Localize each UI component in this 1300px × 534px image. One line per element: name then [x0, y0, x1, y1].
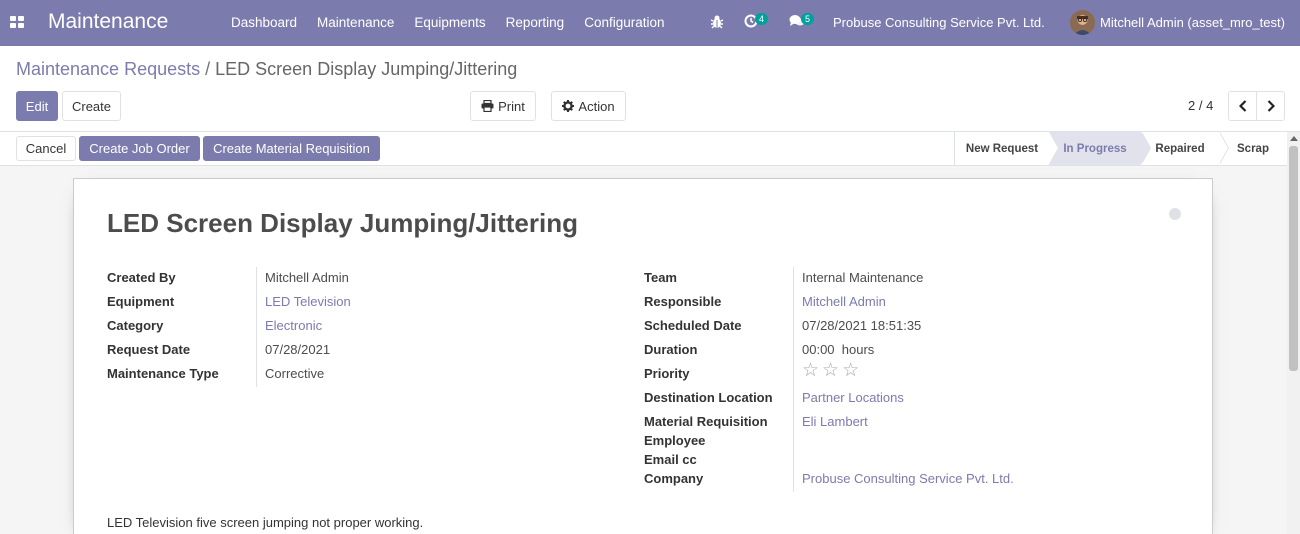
stage-scrap[interactable]: Scrap: [1219, 132, 1287, 165]
form-statusbar: Cancel Create Job Order Create Material …: [0, 132, 1300, 166]
scroll-up-icon[interactable]: [1290, 136, 1298, 141]
equipment-link[interactable]: LED Television: [265, 294, 351, 313]
cancel-button[interactable]: Cancel: [16, 136, 76, 161]
company-label: Company: [644, 471, 704, 486]
pager-next-button[interactable]: [1256, 91, 1285, 121]
duration-unit: hours: [841, 342, 875, 357]
request-date-value: 07/28/2021: [265, 342, 331, 357]
maintenance-type-value: Corrective: [265, 366, 325, 381]
priority-widget: ☆ ☆ ☆: [802, 361, 862, 382]
main-menu: Dashboard Maintenance Equipments Reporti…: [231, 15, 685, 30]
stage-pipeline: New Request In Progress Repaired Scrap: [954, 132, 1287, 165]
scheduled-date-value: 07/28/2021 18:51:35: [802, 318, 922, 333]
right-group-divider: [793, 267, 794, 492]
request-date-label: Request Date: [107, 342, 191, 357]
record-title: LED Screen Display Jumping/Jittering: [107, 208, 578, 238]
vertical-scrollbar[interactable]: [1287, 132, 1300, 534]
breadcrumb-current: LED Screen Display Jumping/Jittering: [215, 59, 518, 79]
pager-value[interactable]: 2 / 4: [1188, 98, 1213, 113]
priority-label: Priority: [644, 366, 690, 381]
breadcrumb-parent[interactable]: Maintenance Requests: [16, 59, 200, 79]
menu-equipments[interactable]: Equipments: [414, 15, 485, 30]
priority-star-icon[interactable]: ☆: [822, 361, 839, 380]
stage-in-progress[interactable]: In Progress: [1049, 132, 1151, 165]
create-button[interactable]: Create: [62, 91, 121, 121]
category-link[interactable]: Electronic: [265, 318, 322, 337]
pager-previous-button[interactable]: [1228, 91, 1257, 121]
created-by-value: Mitchell Admin: [265, 270, 349, 285]
company-switcher[interactable]: Probuse Consulting Service Pvt. Ltd.: [833, 15, 1045, 30]
activity-badge: 4: [755, 13, 768, 25]
category-label: Category: [107, 318, 164, 333]
priority-star-icon[interactable]: ☆: [802, 361, 819, 380]
stage-label: Repaired: [1155, 142, 1205, 155]
employee-label: Employee: [644, 433, 706, 448]
stage-new-request[interactable]: New Request: [955, 132, 1059, 165]
print-button[interactable]: Print: [470, 91, 536, 121]
print-icon: [481, 100, 494, 112]
destination-location-label: Destination Location: [644, 390, 773, 405]
create-material-requisition-button[interactable]: Create Material Requisition: [203, 136, 380, 161]
menu-reporting[interactable]: Reporting: [506, 15, 565, 30]
request-description: LED Television five screen jumping not p…: [107, 515, 424, 530]
user-avatar[interactable]: [1070, 10, 1095, 35]
app-title[interactable]: Maintenance: [48, 10, 168, 34]
created-by-label: Created By: [107, 270, 176, 285]
team-label: Team: [644, 270, 677, 285]
action-button[interactable]: Action: [551, 91, 626, 121]
left-group-divider: [256, 267, 257, 387]
top-navbar: Maintenance Dashboard Maintenance Equipm…: [0, 0, 1300, 46]
stage-label: Scrap: [1237, 142, 1269, 155]
responsible-link[interactable]: Mitchell Admin: [802, 294, 886, 313]
stage-label: In Progress: [1063, 142, 1127, 155]
employee-link[interactable]: Eli Lambert: [802, 414, 868, 433]
menu-maintenance[interactable]: Maintenance: [317, 15, 394, 30]
stage-label: New Request: [965, 142, 1039, 155]
company-link[interactable]: Probuse Consulting Service Pvt. Ltd.: [802, 471, 1014, 490]
stage-repaired[interactable]: Repaired: [1141, 132, 1229, 165]
duration-label: Duration: [644, 342, 698, 357]
responsible-label: Responsible: [644, 294, 722, 309]
edit-button[interactable]: Edit: [16, 91, 58, 121]
duration-field: 00:00 hours: [802, 342, 874, 361]
chevron-right-icon: [1267, 100, 1275, 112]
user-menu[interactable]: Mitchell Admin (asset_mro_test): [1100, 15, 1285, 30]
action-label: Action: [578, 98, 615, 114]
email-cc-label: Email cc: [644, 452, 697, 467]
chevron-left-icon: [1238, 100, 1246, 112]
menu-configuration[interactable]: Configuration: [584, 15, 664, 30]
messages-badge: 5: [801, 13, 814, 25]
scrollbar-thumb[interactable]: [1289, 146, 1298, 371]
maintenance-type-label: Maintenance Type: [107, 366, 219, 381]
print-label: Print: [498, 98, 525, 114]
debug-bug-icon[interactable]: [710, 14, 724, 32]
apps-menu-icon[interactable]: [10, 16, 24, 28]
create-job-order-button[interactable]: Create Job Order: [79, 136, 200, 161]
gear-icon: [562, 100, 575, 112]
destination-location-link[interactable]: Partner Locations: [802, 390, 904, 409]
scheduled-date-label: Scheduled Date: [644, 318, 742, 333]
kanban-state-icon[interactable]: [1169, 208, 1181, 220]
team-value: Internal Maintenance: [802, 270, 924, 285]
material-requisition-label: Material Requisition: [644, 414, 768, 429]
control-panel: Maintenance Requests / LED Screen Display …: [0, 46, 1300, 132]
menu-dashboard[interactable]: Dashboard: [231, 15, 297, 30]
form-sheet: LED Screen Display Jumping/Jittering Cre…: [73, 178, 1213, 534]
breadcrumb: Maintenance Requests / LED Screen Display …: [16, 59, 517, 80]
duration-value: 00:00: [802, 342, 835, 357]
priority-star-icon[interactable]: ☆: [842, 361, 859, 380]
breadcrumb-separator: /: [205, 59, 211, 79]
equipment-label: Equipment: [107, 294, 175, 309]
